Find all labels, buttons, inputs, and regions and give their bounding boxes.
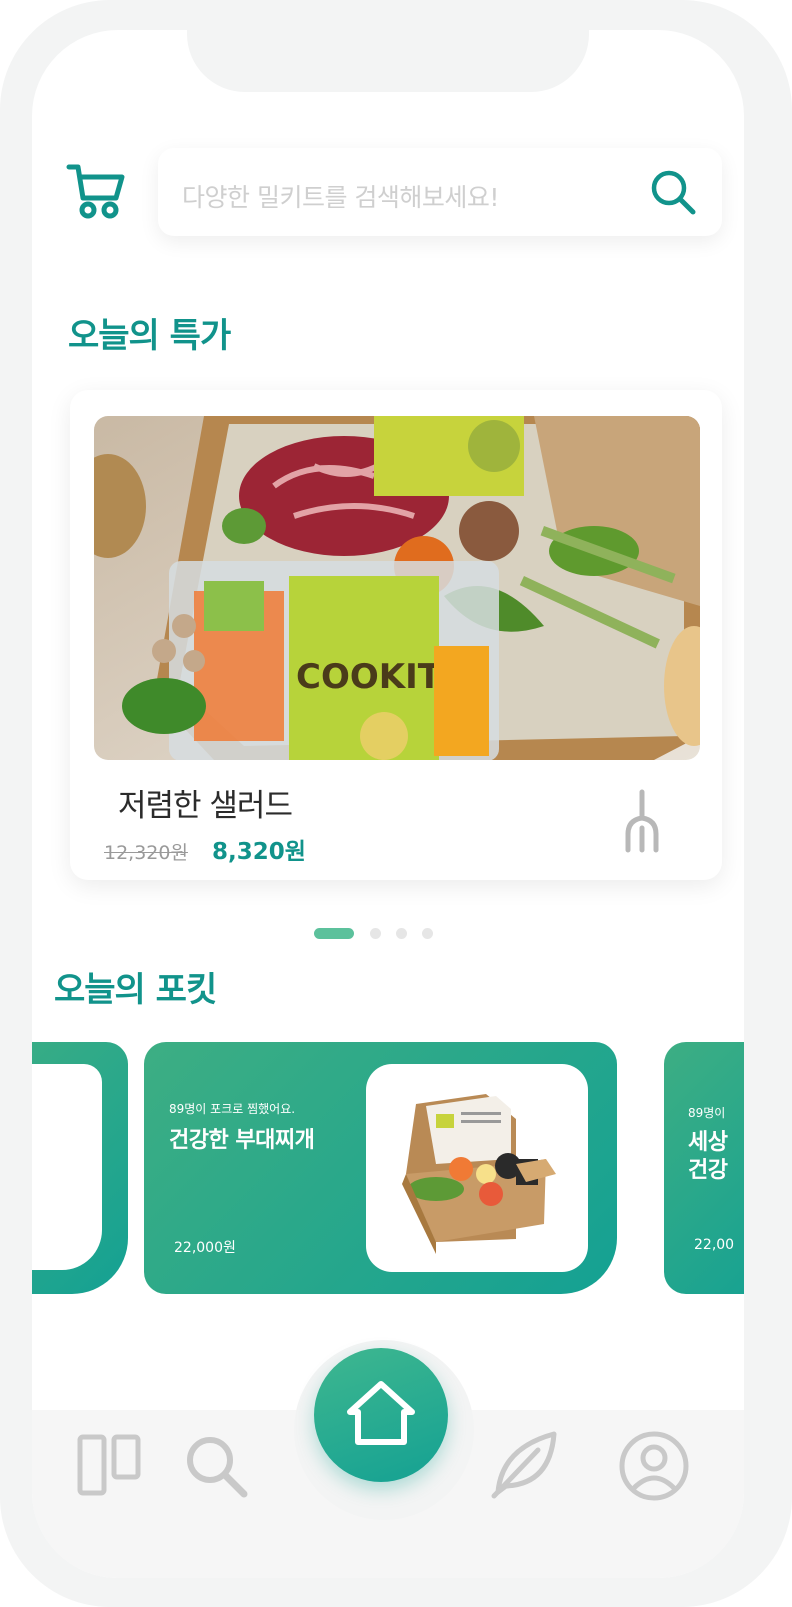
grid-icon[interactable]: [76, 1432, 142, 1502]
pokit-name: 건강한 부대찌개: [169, 1128, 315, 1153]
carousel-dot-active[interactable]: [314, 928, 354, 939]
pokit-price: 22,000원: [174, 1240, 236, 1256]
deal-name: 저렴한 샐러드: [118, 788, 293, 824]
deal-image: COOKIT: [94, 416, 700, 760]
phone-frame: 다양한 밀키트를 검색해보세요! 오늘의 특가 COOKIT 저렴한 샐러드 1…: [0, 0, 792, 1607]
deals-title: 오늘의 특가: [68, 316, 231, 356]
app-screen: 다양한 밀키트를 검색해보세요! 오늘의 특가 COOKIT 저렴한 샐러드 1…: [32, 30, 744, 1578]
pokit-card-next[interactable]: 89명이 세상 건강 22,00: [664, 1042, 744, 1294]
deal-card[interactable]: COOKIT 저렴한 샐러드 12,320원 8,320원: [70, 390, 722, 880]
cookit-brand-text: COOKIT: [296, 657, 442, 697]
search-input[interactable]: 다양한 밀키트를 검색해보세요!: [182, 178, 499, 214]
pokit-name-line2: 건강: [688, 1158, 728, 1183]
deal-new-price: 8,320원: [212, 839, 306, 865]
search-icon[interactable]: [648, 168, 700, 218]
carousel-dot[interactable]: [396, 928, 407, 939]
pokit-title: 오늘의 포킷: [54, 970, 217, 1010]
leaf-icon[interactable]: [488, 1428, 560, 1504]
home-button[interactable]: [314, 1348, 448, 1482]
home-icon: [347, 1381, 415, 1445]
search-icon[interactable]: [184, 1434, 250, 1504]
pokit-card-prev[interactable]: [32, 1042, 128, 1294]
pokit-price: 22,00: [694, 1237, 735, 1253]
carousel-dot[interactable]: [422, 928, 433, 939]
pokit-card[interactable]: 89명이 포크로 찜했어요. 건강한 부대찌개 22,000원: [144, 1042, 617, 1294]
pokit-image: [366, 1064, 588, 1272]
cart-icon[interactable]: [66, 162, 126, 220]
search-bar[interactable]: 다양한 밀키트를 검색해보세요!: [158, 148, 722, 236]
pokit-count: 89명이: [688, 1106, 726, 1120]
fork-icon[interactable]: [622, 788, 668, 854]
deal-old-price: 12,320원: [104, 842, 188, 864]
profile-icon[interactable]: [618, 1430, 690, 1506]
pokit-name-line1: 세상: [688, 1130, 728, 1155]
pokit-count: 89명이 포크로 찜했어요.: [169, 1102, 296, 1116]
pokit-card-image: [32, 1064, 102, 1270]
phone-notch: [187, 30, 589, 92]
carousel-dot[interactable]: [370, 928, 381, 939]
